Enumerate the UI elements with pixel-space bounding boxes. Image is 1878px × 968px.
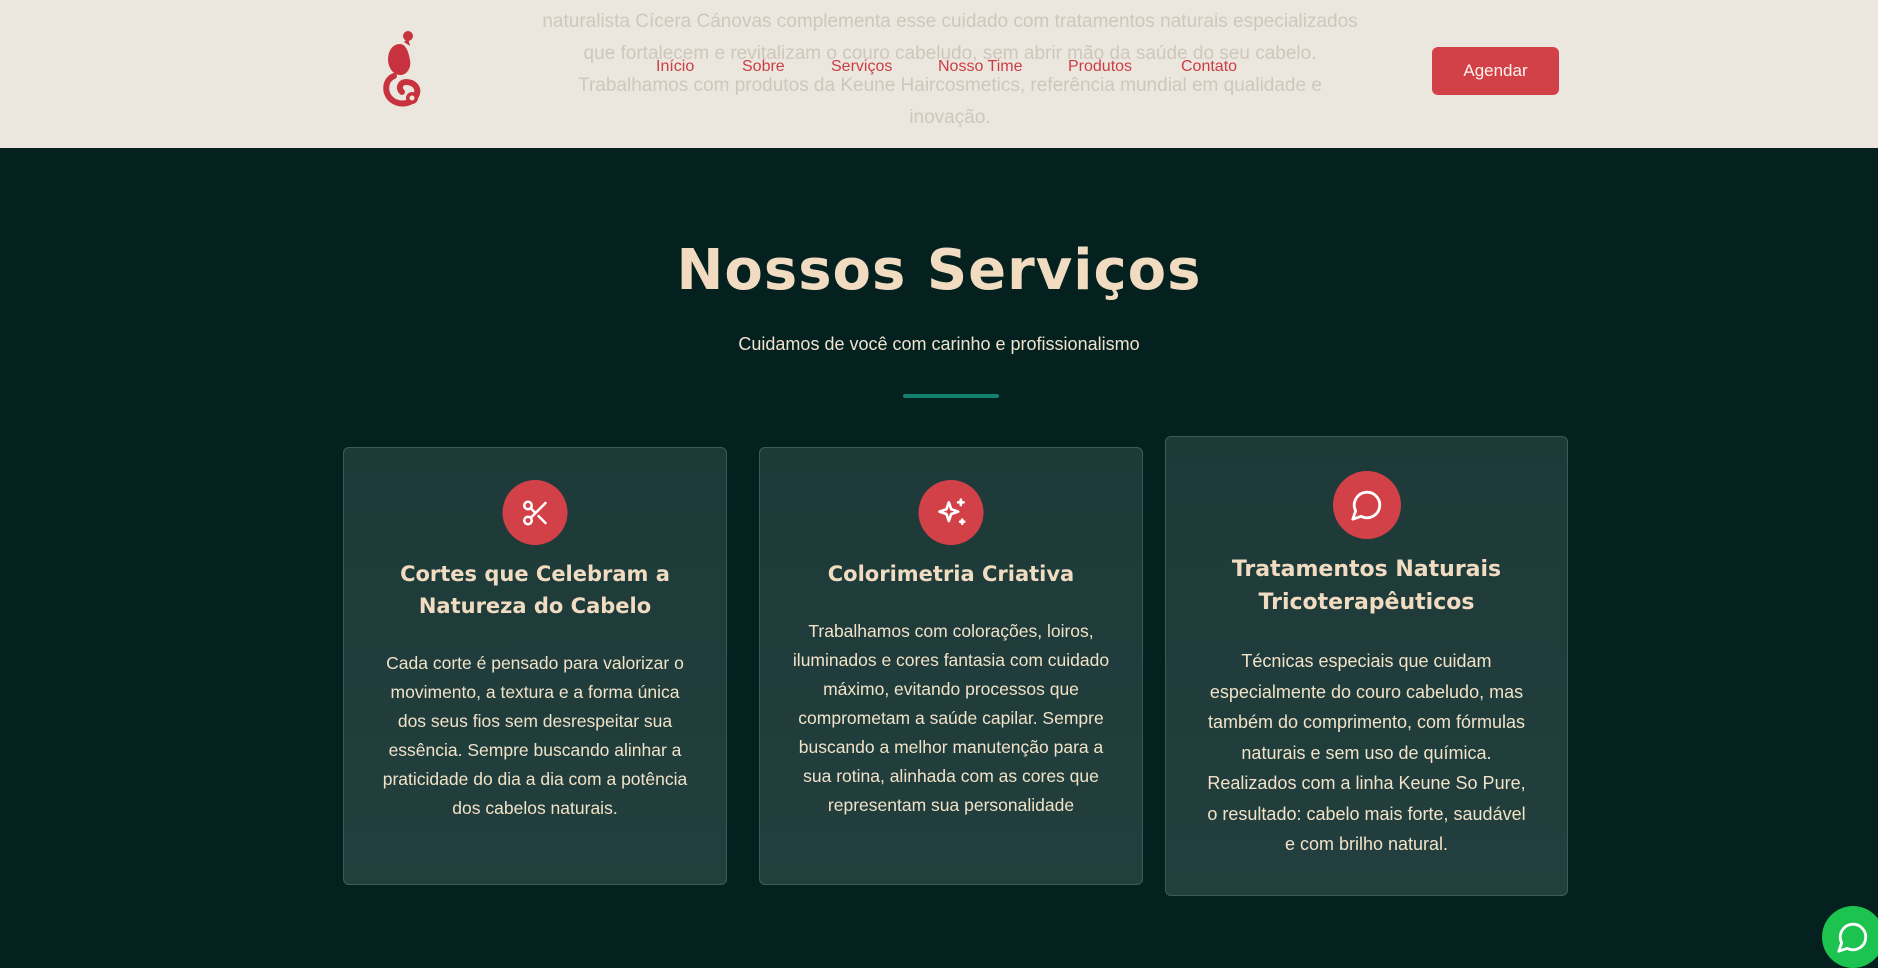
whatsapp-icon <box>1837 922 1868 953</box>
agendar-button[interactable]: Agendar <box>1432 47 1559 95</box>
service-card-description: Técnicas especiais que cuidam especialme… <box>1207 651 1526 854</box>
site-header: naturalista Cícera Cánovas complementa e… <box>0 0 1878 148</box>
chat-bubble-icon <box>1332 471 1401 539</box>
nav-link-nosso-time[interactable]: Nosso Time <box>938 58 1022 76</box>
service-card-tratamentos: Tratamentos Naturais Tricoterapêuticos T… <box>1165 436 1568 896</box>
section-subtitle: Cuidamos de você com carinho e profissio… <box>738 334 1140 354</box>
nav-link-produtos[interactable]: Produtos <box>1068 58 1132 76</box>
section-title: Nossos Serviços <box>676 238 1202 303</box>
scissors-icon <box>502 480 568 545</box>
nav-link-servicos[interactable]: Serviços <box>831 58 892 76</box>
about-text-line: inovação. <box>909 107 991 128</box>
service-card-title: Tratamentos Naturais Tricoterapêuticos <box>1231 557 1502 615</box>
g-logo-icon[interactable] <box>378 28 428 112</box>
nav-link-sobre[interactable]: Sobre <box>742 58 785 76</box>
whatsapp-button[interactable] <box>1822 906 1878 968</box>
service-card-colorimetria: Colorimetria Criativa Trabalhamos com co… <box>759 447 1143 885</box>
service-card-title: Cortes que Celebram a Natureza do Cabelo <box>400 562 670 618</box>
about-text-line: naturalista Cícera Cánovas complementa e… <box>542 11 1358 32</box>
page: naturalista Cícera Cánovas complementa e… <box>0 0 1878 968</box>
nav-link-inicio[interactable]: Início <box>656 58 694 76</box>
sparkles-icon <box>918 480 984 545</box>
service-card-cortes: Cortes que Celebram a Natureza do Cabelo… <box>343 447 727 885</box>
service-card-description: Trabalhamos com colorações, loiros, ilum… <box>792 621 1110 815</box>
section-divider <box>903 394 999 398</box>
service-card-title: Colorimetria Criativa <box>827 562 1075 586</box>
service-card-description: Cada corte é pensado para valorizar o mo… <box>382 653 688 818</box>
nav-link-contato[interactable]: Contato <box>1181 58 1237 76</box>
